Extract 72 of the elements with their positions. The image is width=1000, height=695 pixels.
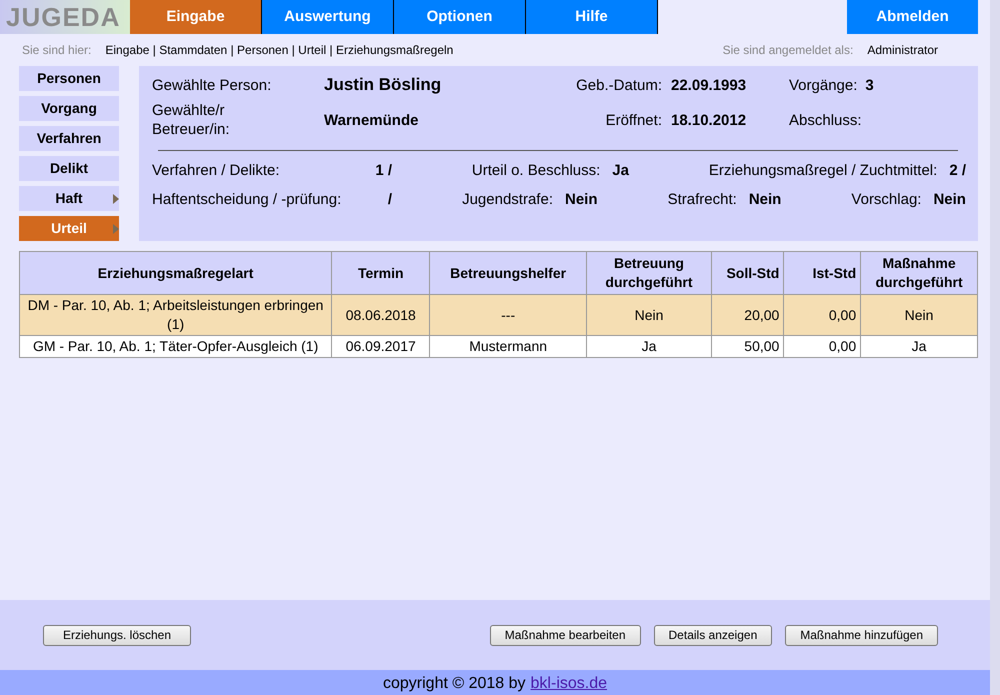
table-cell: 0,00 [784,294,861,336]
field-label: Eröffnet: [604,112,662,128]
field-value: 22.09.1993 [671,76,748,94]
sidebar-item[interactable]: Personen [19,66,119,91]
table-cell: 50,00 [712,336,784,358]
breadcrumb-label: Sie sind hier: [22,43,92,57]
field-label: Haftentscheidung / -prüfung: [152,190,342,208]
nav-tab[interactable]: Eingabe [130,0,262,34]
sidebar-item[interactable]: Haft [19,186,119,211]
field-value: Nein [933,190,966,208]
sidebar-item[interactable]: Urteil [19,216,119,241]
table-cell: 08.06.2018 [332,294,430,336]
sidebar-item[interactable]: Delikt [19,156,119,181]
field-label: Strafrecht: [668,190,737,208]
table-cell: Ja [860,336,978,358]
field-value: 1 / [375,162,392,178]
field-label: Gewählte Person: [152,76,272,94]
field-label: Vorgänge: [789,76,858,94]
user-name: Administrator [867,43,938,57]
table-cell: 0,00 [784,336,861,358]
table-cell: GM - Par. 10, Ab. 1; Täter-Opfer-Ausgleich (1) [20,336,332,358]
login-label: Sie sind angemeldet als: [722,43,854,57]
action-button[interactable]: Maßnahme bearbeiten [490,624,641,646]
action-button[interactable]: Details anzeigen [654,624,772,646]
field-value: 2 / [949,162,966,178]
field-value: Ja [612,162,629,178]
table-cell: Ja [586,336,712,358]
table-cell: 20,00 [712,294,784,336]
nav-tab[interactable]: Hilfe [526,0,658,34]
field-value: Nein [748,190,782,208]
column-header: Ist-Std [784,252,861,294]
column-header: Soll-Std [712,252,784,294]
field-label: Erziehungsmaßregel / Zuchtmittel: [708,162,938,178]
field-label: Gewählte/r Betreuer/in: [152,101,231,139]
field-label: Abschluss: [789,112,862,128]
arrow-icon [113,224,119,234]
table-cell: Mustermann [430,336,586,358]
table-cell: DM - Par. 10, Ab. 1; Arbeitsleistungen erbringen (1) [20,294,332,336]
sidebar-item[interactable]: Vorgang [19,96,119,121]
breadcrumb: Eingabe | Stammdaten | Personen | Urteil | Erziehungsmaßregeln [105,43,454,57]
field-label: Urteil o. Beschluss: [472,162,600,178]
field-value: 18.10.2012 [671,112,748,128]
field-value: Warnemünde [324,112,420,128]
field-value: 3 [865,76,874,94]
delete-button[interactable]: Erziehungs. löschen [43,624,191,646]
logout-button[interactable]: Abmelden [847,0,978,34]
column-header: Betreuungshelfer [430,252,586,294]
sidebar-item[interactable]: Verfahren [19,126,119,151]
arrow-icon [113,194,119,204]
table-cell: Nein [586,294,712,336]
field-label: Geb.-Datum: [575,76,662,94]
table-cell: --- [430,294,586,336]
table-row[interactable]: GM - Par. 10, Ab. 1; Täter-Opfer-Ausgleich (1) 06.09.2017 Mustermann Ja 50,00 0,00 Ja [20,336,978,358]
column-header: Termin [332,252,430,294]
table-cell: 06.09.2017 [332,336,430,358]
nav-tab[interactable]: Optionen [394,0,526,34]
copyright-text: copyright © 2018 by [382,675,526,692]
nav-tab[interactable]: Auswertung [262,0,394,34]
field-label: Jugendstrafe: [462,190,553,208]
field-label: Vorschlag: [851,190,922,208]
logo: JUGEDA [0,0,130,34]
table-cell: Nein [860,294,978,336]
footer-link[interactable]: bkl-isos.de [530,675,608,692]
action-button[interactable]: Maßnahme hinzufügen [785,624,938,646]
field-value: Nein [565,190,598,208]
field-label: Verfahren / Delikte: [152,162,280,178]
field-value: / [388,190,392,208]
column-header: Erziehungsmaßregelart [20,252,332,294]
table-row[interactable]: DM - Par. 10, Ab. 1; Arbeitsleistungen erbringen (1) 08.06.2018 --- Nein 20,00 0,00 Nein [20,294,978,336]
column-header: Betreuung durchgeführt [586,252,712,294]
column-header: Maßnahme durchgeführt [860,252,978,294]
person-name: Justin Bösling [324,75,442,95]
